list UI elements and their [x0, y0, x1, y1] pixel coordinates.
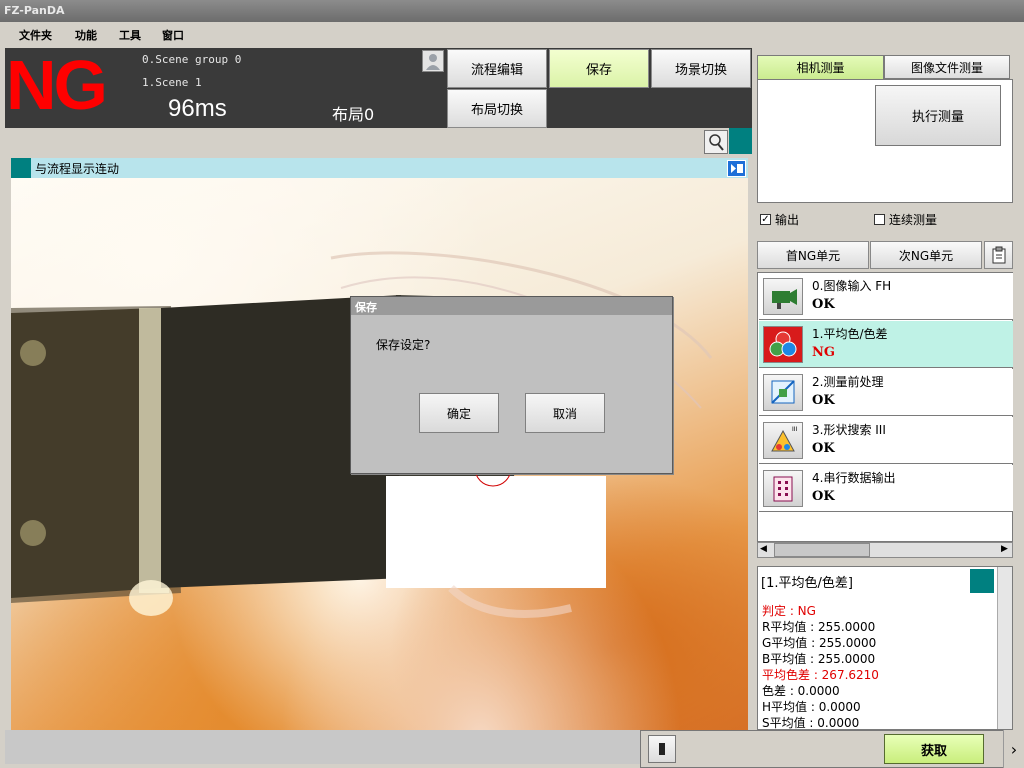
- link-flow-label: 与流程显示连动: [35, 162, 120, 176]
- flow-unit-row[interactable]: 4.串行数据输出 OK: [759, 465, 1013, 512]
- menu-tools[interactable]: 工具: [119, 27, 141, 43]
- menu-bar: 文件夹 功能 工具 窗口: [0, 22, 1024, 46]
- detail-line: B平均值 : 255.0000: [762, 652, 876, 666]
- layout-switch-button[interactable]: 布局切换: [447, 89, 547, 128]
- detail-line: 平均色差 : 267.6210: [762, 668, 879, 682]
- save-confirm-dialog: 保存 保存设定? 确定 取消: [350, 296, 673, 474]
- menu-window[interactable]: 窗口: [162, 27, 184, 43]
- flow-unit-row-selected[interactable]: 1.平均色/色差 NG: [759, 321, 1013, 368]
- flow-unit-row[interactable]: III 3.形状搜索 III OK: [759, 417, 1013, 464]
- flow-unit-name: 2.测量前处理: [812, 375, 884, 389]
- stop-icon[interactable]: [648, 735, 676, 763]
- user-icon[interactable]: [422, 50, 444, 72]
- dialog-cancel-button[interactable]: 取消: [525, 393, 605, 433]
- output-label: 输出: [775, 213, 800, 227]
- save-button[interactable]: 保存: [549, 49, 649, 88]
- first-ng-unit-button[interactable]: 首NG单元: [757, 241, 869, 269]
- scroll-right-icon[interactable]: ▶: [1001, 544, 1008, 554]
- processing-time: 96ms: [168, 95, 227, 122]
- shape-search-icon: III: [763, 422, 803, 459]
- menu-function[interactable]: 功能: [75, 27, 97, 43]
- flow-unit-list: 0.图像输入 FH OK 1.平均色/色差 NG 2.测量前处理 OK III …: [757, 272, 1013, 542]
- detail-corner-icon[interactable]: [970, 569, 994, 593]
- checkmark-icon[interactable]: ✓: [760, 214, 771, 225]
- svg-text:III: III: [792, 426, 798, 433]
- detail-result-panel: [1.平均色/色差] 判定 : NG R平均值 : 255.0000 G平均值 …: [757, 566, 1013, 730]
- unchecked-box-icon[interactable]: [874, 214, 885, 225]
- camera-input-icon: [763, 278, 803, 315]
- detail-scrollbar[interactable]: [997, 567, 1012, 729]
- panel-corner: [729, 128, 752, 154]
- window-title: FZ-PanDA: [0, 0, 1024, 22]
- color-average-icon: [763, 326, 803, 363]
- detail-line: S平均值 : 0.0000: [762, 716, 860, 730]
- play-icon[interactable]: [727, 160, 746, 177]
- flow-unit-result: NG: [812, 345, 835, 360]
- output-checkbox[interactable]: ✓ 输出: [760, 211, 799, 228]
- tab-camera-measure[interactable]: 相机测量: [757, 55, 884, 79]
- dialog-ok-button[interactable]: 确定: [419, 393, 499, 433]
- clipboard-icon[interactable]: [984, 241, 1013, 269]
- detail-line: R平均值 : 255.0000: [762, 620, 876, 634]
- image-window-header: [11, 158, 748, 178]
- acquire-button[interactable]: 获取: [884, 734, 984, 764]
- flow-unit-result: OK: [812, 393, 835, 408]
- detail-line: 判定 : NG: [762, 604, 816, 618]
- flow-unit-name: 1.平均色/色差: [812, 327, 888, 341]
- image-toolbar: [5, 128, 752, 158]
- flow-unit-name: 3.形状搜索 III: [812, 423, 886, 437]
- flow-unit-result: OK: [812, 297, 835, 312]
- tab-image-file-measure[interactable]: 图像文件测量: [884, 55, 1010, 79]
- scene-switch-button[interactable]: 场景切换: [651, 49, 751, 88]
- chevron-right-icon[interactable]: ›: [1003, 730, 1024, 768]
- detail-line: G平均值 : 255.0000: [762, 636, 877, 650]
- continuous-label: 连续测量: [889, 213, 938, 227]
- detail-title: [1.平均色/色差]: [761, 576, 853, 591]
- scene-group-label: 0.Scene group 0: [142, 53, 242, 66]
- serial-output-icon: [763, 470, 803, 507]
- overall-judgement: NG: [6, 46, 108, 124]
- layout-label: 布局0: [332, 105, 375, 124]
- dialog-message: 保存设定?: [376, 338, 431, 352]
- zoom-icon[interactable]: [704, 130, 728, 154]
- flow-unit-result: OK: [812, 441, 835, 456]
- flow-unit-result: OK: [812, 489, 835, 504]
- flow-unit-name: 0.图像输入 FH: [812, 279, 892, 293]
- scroll-left-icon[interactable]: ◀: [760, 544, 767, 554]
- scrollbar-thumb[interactable]: [774, 543, 870, 557]
- menu-folder[interactable]: 文件夹: [19, 27, 52, 43]
- flow-unit-name: 4.串行数据输出: [812, 471, 896, 485]
- preprocess-icon: [763, 374, 803, 411]
- run-measure-button[interactable]: 执行测量: [875, 85, 1001, 146]
- window-marker-icon: [11, 158, 31, 178]
- detail-line: 色差 : 0.0000: [762, 684, 840, 698]
- next-ng-unit-button[interactable]: 次NG单元: [870, 241, 982, 269]
- flow-unit-row[interactable]: 0.图像输入 FH OK: [759, 273, 1013, 320]
- scene-label: 1.Scene 1: [142, 76, 202, 89]
- detail-line: H平均值 : 0.0000: [762, 700, 861, 714]
- flow-unit-row[interactable]: 2.测量前处理 OK: [759, 369, 1013, 416]
- dialog-title[interactable]: 保存: [351, 297, 672, 315]
- continuous-measure-checkbox[interactable]: 连续测量: [874, 211, 937, 228]
- flow-edit-button[interactable]: 流程编辑: [447, 49, 547, 88]
